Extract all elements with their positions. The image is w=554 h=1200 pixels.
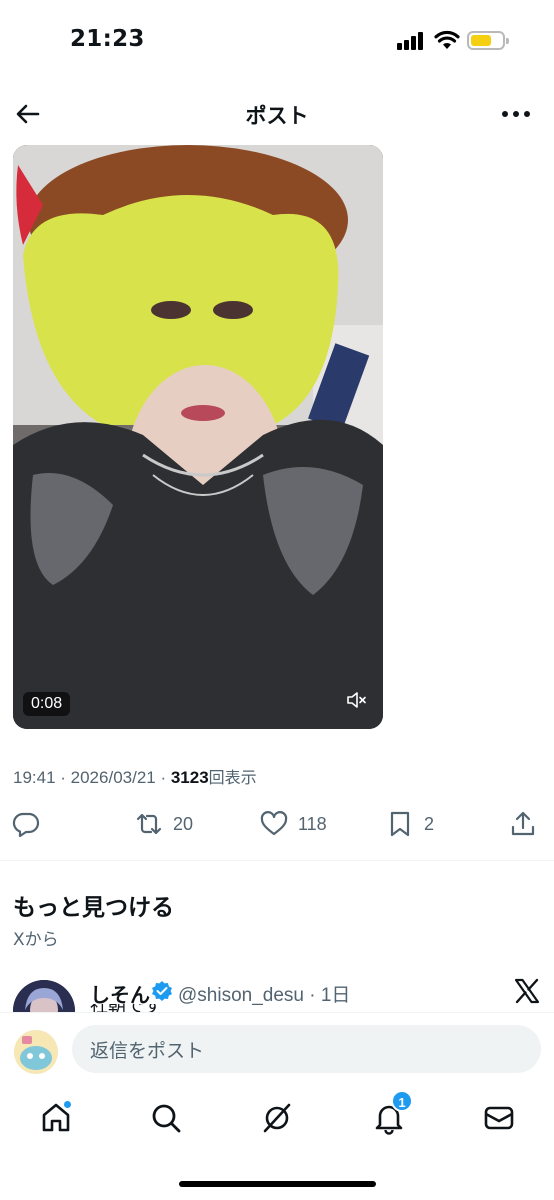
post-actions: 20 118 2 [0,806,554,842]
reply-input[interactable]: 返信をポスト [72,1025,541,1073]
author-handle: @shison_desu · 1日 [178,985,351,1006]
reply-button[interactable] [12,806,40,842]
status-time: 21:23 [70,26,145,52]
battery-icon [467,31,509,50]
home-unread-dot [63,1100,72,1109]
nav-home[interactable] [36,1098,76,1138]
user-avatar[interactable] [14,1030,58,1074]
video-duration-badge: 0:08 [23,692,71,716]
video-thumbnail [13,145,383,729]
discover-subtitle: Xから [13,930,59,950]
post-meta: 19:41 · 2026/03/21 · 3123回表示 [13,764,257,788]
wifi-icon [434,30,460,49]
post-header: ポスト [0,92,554,136]
page-title: ポスト [245,104,309,128]
retweet-count: 20 [173,813,194,834]
retweet-button[interactable]: 20 [135,806,193,842]
discover-heading: もっと見つける [13,895,174,921]
retweet-icon [136,813,162,835]
nav-messages[interactable] [479,1098,519,1138]
cellular-signal-icon [397,32,427,50]
nav-grok[interactable] [257,1098,297,1138]
envelope-icon [484,1106,514,1130]
heart-icon [260,811,288,836]
x-logo-icon [514,978,540,1004]
grok-icon [263,1103,291,1133]
bookmark-icon [390,811,410,837]
status-bar: 21:23 [0,0,554,84]
bottom-nav: 1 [0,1086,554,1152]
nav-notifications[interactable]: 1 [369,1090,413,1138]
bookmark-count: 2 [424,813,435,834]
more-options-icon[interactable] [500,102,532,126]
share-button[interactable] [509,806,537,842]
reply-bar: 返信をポスト [0,1012,554,1086]
views-count: 3123 [170,768,209,787]
like-count: 118 [298,813,327,834]
verified-badge-icon [152,981,172,1001]
home-indicator [179,1181,376,1187]
reply-icon [12,812,40,838]
post-timestamp: 19:41 · 2026/03/21 · [13,768,171,787]
views-label: 回表示 [208,770,257,787]
mute-icon[interactable] [345,689,367,711]
bookmark-button[interactable]: 2 [386,806,434,842]
search-icon [152,1104,181,1133]
nav-search[interactable] [146,1098,186,1138]
like-button[interactable]: 118 [260,806,327,842]
section-divider [0,860,554,861]
video-player[interactable]: 0:08 [13,145,383,729]
notifications-badge: 1 [391,1090,413,1112]
share-icon [511,811,535,836]
